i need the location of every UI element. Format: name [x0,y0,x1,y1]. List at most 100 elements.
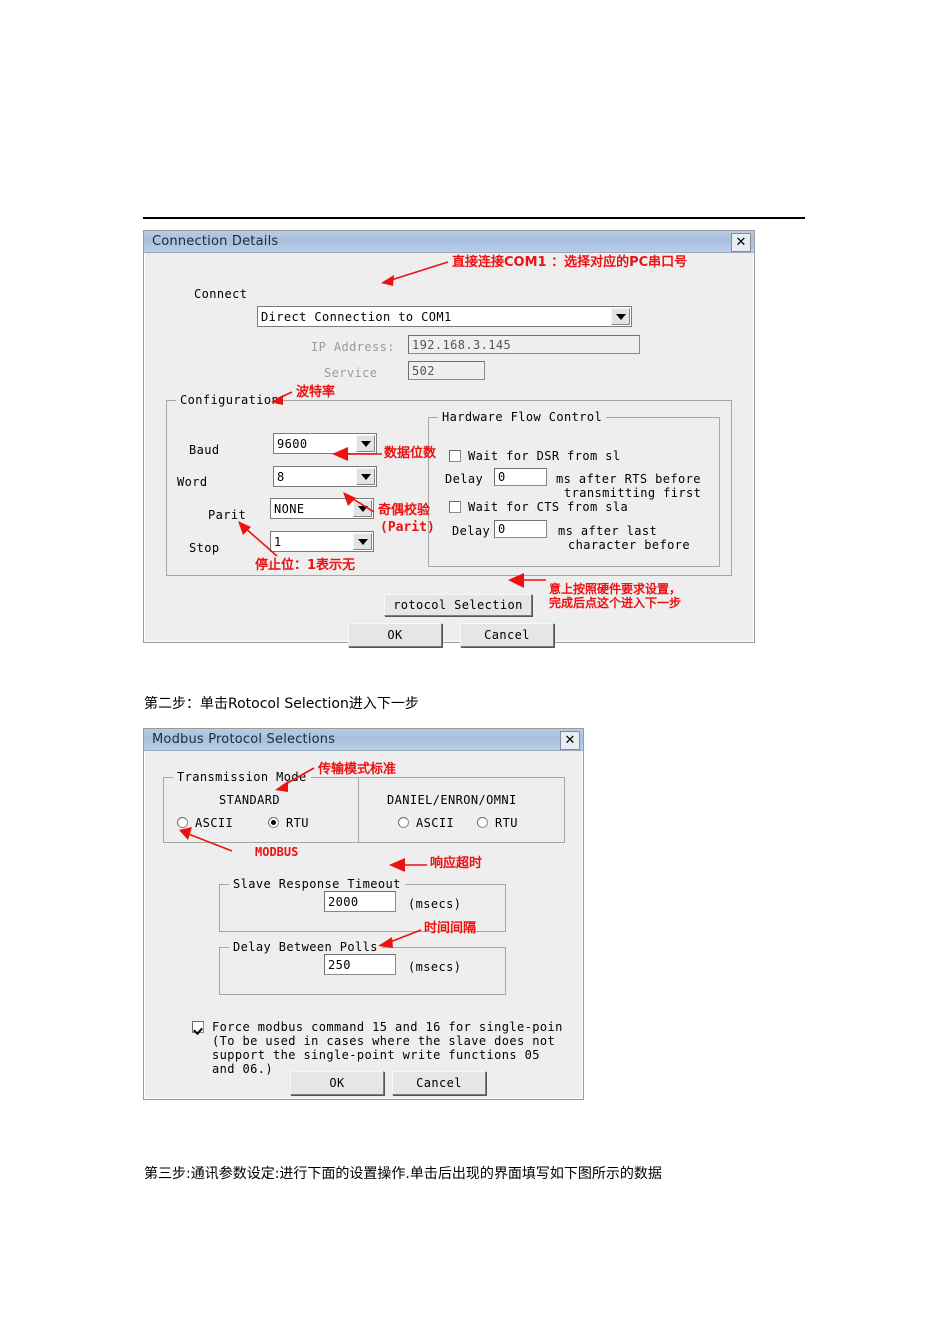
baud-value: 9600 [277,436,308,451]
delay-rts-label: Delay [445,472,484,486]
annotation-arrow-word [332,447,382,461]
annotation-arrow-baud [271,391,293,405]
slave-response-timeout-label: Slave Response Timeout [229,877,405,891]
service-value: 502 [412,363,435,378]
connection-combo[interactable]: Direct Connection to COM1 [257,306,632,327]
delay-cts-field[interactable]: 0 [494,520,547,538]
wait-cts-checkbox[interactable] [449,501,461,513]
service-label: Service [324,366,378,380]
standard-rtu-label: RTU [286,816,309,830]
annotation-baud: 波特率 [296,385,336,400]
transmission-mode-label: Transmission Mode [173,770,311,784]
delay-cts-suffix-line1: ms after last [558,524,658,538]
daniel-rtu-radio[interactable] [477,817,488,828]
delay-rts-field[interactable]: 0 [494,468,547,486]
standard-header: STANDARD [219,793,280,807]
protocol-selection-label: rotocol Selection [393,598,523,612]
annotation-arrow-protocol [508,573,546,588]
polls-field[interactable]: 250 [324,954,396,975]
delay-cts-value: 0 [498,522,506,536]
caption-step-3: 第三步:通讯参数设定:进行下面的设置操作.单击后出现的界面填写如下图所示的数据 [144,1166,662,1182]
annotation-arrow-connect [381,261,449,286]
cancel-button-label: Cancel [484,628,530,642]
dialog2-title: Modbus Protocol Selections [152,732,336,747]
chevron-down-icon[interactable] [356,468,375,485]
annotation-polls: 时间间隔 [424,921,477,936]
chevron-down-icon[interactable] [353,500,372,517]
ok-button-label: OK [329,1076,345,1090]
wait-cts-label: Wait for CTS from sla [468,500,629,514]
annotation-protocol-line2: 完成后点这个进入下一步 [549,596,682,610]
word-combo[interactable]: 8 [273,466,377,487]
delay-rts-suffix-line2: transmitting first [564,486,702,500]
chevron-down-icon[interactable] [611,308,630,325]
stop-label: Stop [189,541,220,555]
dialog2-body: Transmission Mode STANDARD DANIEL/ENRON/… [144,751,583,1099]
chevron-down-icon[interactable] [353,533,372,550]
force-modbus-checkbox[interactable] [192,1021,204,1033]
stop-value: 1 [274,534,282,549]
annotation-arrow-transmission [179,767,315,852]
connect-label: Connect [194,287,248,301]
annotation-arrow-polls [378,929,422,948]
polls-value: 250 [328,957,351,972]
annotation-parity-line1: 奇偶校验 [378,503,431,518]
timeout-field[interactable]: 2000 [324,891,396,912]
chevron-down-icon[interactable] [356,435,375,452]
ok-button[interactable]: OK [290,1071,384,1095]
annotation-arrow-parity [343,492,375,513]
connection-combo-value: Direct Connection to COM1 [261,309,452,324]
timeout-units: (msecs) [408,897,462,911]
cancel-button[interactable]: Cancel [460,623,554,647]
force-modbus-line4: and 06.) [212,1062,273,1076]
baud-label: Baud [189,443,220,457]
annotation-transmission: 传输模式标准 [318,762,397,777]
force-modbus-line2: (To be used in cases where the slave doe… [212,1034,556,1048]
stop-combo[interactable]: 1 [270,531,374,552]
baud-combo[interactable]: 9600 [273,433,377,454]
annotation-word: 数据位数 [384,446,437,461]
word-value: 8 [277,469,285,484]
parity-combo[interactable]: NONE [270,498,374,519]
dialog1-titlebar: Connection Details ✕ [144,231,754,253]
transmission-divider [358,778,359,842]
parity-value: NONE [274,501,305,516]
daniel-header: DANIEL/ENRON/OMNI [387,793,517,807]
ip-address-field[interactable]: 192.168.3.145 [408,335,640,354]
transmission-mode-group: Transmission Mode [163,770,565,843]
delay-rts-value: 0 [498,470,506,484]
close-icon[interactable]: ✕ [560,731,580,750]
service-field[interactable]: 502 [408,361,485,380]
daniel-ascii-radio[interactable] [398,817,409,828]
configuration-group-label: Configuration [176,393,284,407]
ip-address-label: IP Address: [311,340,395,354]
ip-address-value: 192.168.3.145 [412,337,512,352]
page-top-rule [143,217,805,219]
delay-rts-suffix-line1: ms after RTS before [556,472,701,486]
timeout-value: 2000 [328,894,359,909]
hardware-flow-control-label: Hardware Flow Control [438,410,607,424]
force-modbus-line1: Force modbus command 15 and 16 for singl… [212,1020,563,1034]
standard-ascii-label: ASCII [195,816,234,830]
close-glyph: ✕ [735,235,747,250]
caption-step-2: 第二步：单击Rotocol Selection进入下一步 [144,696,419,712]
daniel-ascii-label: ASCII [416,816,455,830]
annotation-arrow-stop [238,521,278,557]
annotation-modbus: MODBUS [255,845,299,859]
standard-rtu-radio[interactable] [268,817,279,828]
close-icon[interactable]: ✕ [731,233,751,252]
standard-ascii-radio[interactable] [177,817,188,828]
protocol-selection-button[interactable]: rotocol Selection [384,594,532,616]
annotation-arrow-timeout [389,858,427,872]
annotation-stop: 停止位：1表示无 [255,558,356,573]
annotation-timeout: 响应超时 [430,856,483,871]
annotation-connect: 直接连接COM1 ：选择对应的PC串口号 [452,255,688,270]
force-modbus-line3: support the single-point write functions… [212,1048,540,1062]
cancel-button[interactable]: Cancel [392,1071,486,1095]
modbus-protocol-selections-dialog: Modbus Protocol Selections ✕ Transmissio… [143,728,584,1100]
wait-dsr-checkbox[interactable] [449,450,461,462]
ok-button-label: OK [387,628,403,642]
delay-cts-label: Delay [452,524,491,538]
delay-cts-suffix-line2: character before [568,538,690,552]
ok-button[interactable]: OK [348,623,442,647]
